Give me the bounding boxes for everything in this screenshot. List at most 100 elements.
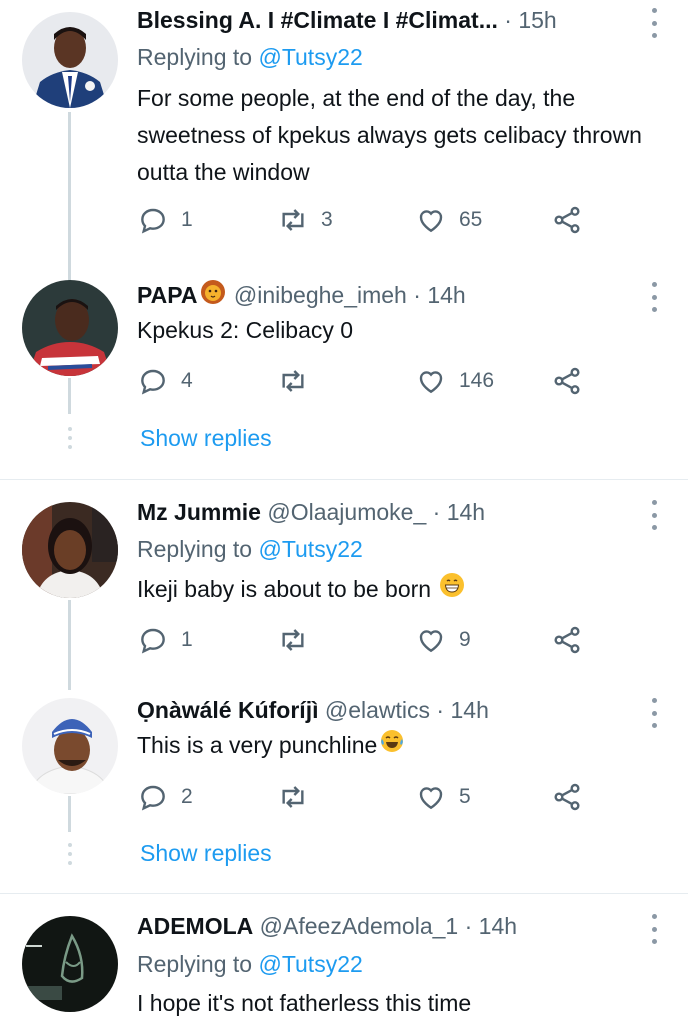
tweet-header: Blessing A. I #Climate I #Climat... · 15… bbox=[137, 3, 628, 37]
reply-count: 1 bbox=[181, 628, 193, 651]
more-icon[interactable] bbox=[650, 8, 658, 38]
like-icon bbox=[419, 630, 443, 653]
like-button[interactable]: 5 bbox=[415, 780, 471, 814]
reply-icon bbox=[141, 208, 165, 234]
separator-dot: · bbox=[413, 282, 421, 308]
timestamp[interactable]: 14h bbox=[427, 282, 465, 308]
like-button[interactable]: 146 bbox=[415, 364, 494, 398]
share-button[interactable] bbox=[551, 364, 595, 398]
reply-icon bbox=[141, 785, 165, 811]
separator-dot: · bbox=[432, 499, 441, 525]
display-name[interactable]: PAPA bbox=[137, 282, 198, 308]
replying-to: Replying to @Tutsy22 bbox=[137, 947, 363, 981]
reply-icon bbox=[141, 628, 165, 654]
separator-dot: · bbox=[436, 697, 445, 723]
more-icon[interactable] bbox=[650, 500, 658, 530]
more-icon[interactable] bbox=[650, 698, 658, 728]
reply-button[interactable]: 1 bbox=[137, 203, 193, 237]
like-count: 65 bbox=[459, 208, 483, 231]
tweet-actions: 2 5 bbox=[137, 780, 597, 814]
reply-button[interactable]: 1 bbox=[137, 623, 193, 657]
handle[interactable]: @elawtics bbox=[325, 697, 430, 723]
tweet-text: For some people, at the end of the day, … bbox=[137, 85, 642, 185]
mention-link[interactable]: @Tutsy22 bbox=[258, 951, 362, 977]
share-button[interactable] bbox=[551, 623, 595, 657]
avatar[interactable] bbox=[22, 280, 118, 376]
tweet-header: ADEMOLA @AfeezAdemola_1 · 14h bbox=[137, 909, 628, 943]
share-icon bbox=[554, 367, 580, 395]
share-icon bbox=[554, 626, 580, 654]
thread-dots bbox=[67, 427, 72, 449]
retweet-button[interactable]: 3 bbox=[277, 203, 333, 237]
timestamp[interactable]: 14h bbox=[447, 499, 485, 525]
like-button[interactable]: 9 bbox=[415, 623, 471, 657]
reply-count: 1 bbox=[181, 208, 193, 231]
timestamp[interactable]: 15h bbox=[518, 7, 556, 33]
timestamp[interactable]: 14h bbox=[479, 913, 517, 939]
reply-icon bbox=[141, 369, 165, 395]
display-name[interactable]: Mz Jummie bbox=[137, 499, 261, 525]
thread-line bbox=[68, 600, 71, 690]
tweet-text: I hope it's not fatherless this time bbox=[137, 990, 472, 1016]
like-count: 5 bbox=[459, 785, 471, 808]
thread-line bbox=[68, 796, 71, 832]
tweet-actions: 1 9 bbox=[137, 623, 597, 657]
tweet-actions: 1 3 65 bbox=[137, 203, 597, 237]
retweet-button[interactable] bbox=[277, 623, 321, 657]
tweet-text-body: Ikeji baby is about to be born bbox=[137, 576, 432, 602]
like-count: 9 bbox=[459, 628, 471, 651]
avatar[interactable] bbox=[22, 12, 118, 108]
tweet-header: Ọnàwálé Kúforíjì @elawtics · 14h bbox=[137, 693, 628, 727]
avatar[interactable] bbox=[22, 502, 118, 598]
tweet-text: Kpekus 2: Celibacy 0 bbox=[137, 317, 354, 343]
replying-to-label: Replying to bbox=[137, 536, 259, 562]
divider bbox=[0, 893, 688, 894]
handle[interactable]: @AfeezAdemola_1 bbox=[260, 913, 459, 939]
show-replies-link[interactable]: Show replies bbox=[140, 836, 272, 870]
retweet-button[interactable] bbox=[277, 780, 321, 814]
avatar[interactable] bbox=[22, 698, 118, 794]
retweet-icon bbox=[282, 629, 304, 651]
like-count: 146 bbox=[459, 369, 495, 392]
separator-dot: · bbox=[504, 7, 512, 33]
handle[interactable]: @inibeghe_imeh bbox=[234, 282, 407, 308]
retweet-icon bbox=[282, 209, 304, 231]
retweet-icon bbox=[282, 786, 304, 808]
replying-to: Replying to @Tutsy22 bbox=[137, 532, 363, 566]
replying-to-label: Replying to bbox=[137, 44, 259, 70]
retweet-icon bbox=[282, 370, 304, 392]
like-icon bbox=[419, 371, 443, 394]
replying-to: Replying to @Tutsy22 bbox=[137, 40, 363, 74]
display-name[interactable]: Ọnàwálé Kúforíjì bbox=[137, 697, 318, 723]
mention-link[interactable]: @Tutsy22 bbox=[258, 536, 362, 562]
tweet-text-body: This is a very punchline bbox=[137, 732, 378, 758]
display-name[interactable]: ADEMOLA bbox=[137, 913, 253, 939]
tweet-header: Mz Jummie @Olaajumoke_ · 14h bbox=[137, 495, 628, 529]
tweet-text: Ikeji baby is about to be born bbox=[137, 571, 667, 609]
timestamp[interactable]: 14h bbox=[450, 697, 488, 723]
avatar[interactable] bbox=[22, 916, 118, 1012]
like-button[interactable]: 65 bbox=[415, 203, 482, 237]
share-icon bbox=[554, 783, 580, 811]
grinning-emoji bbox=[439, 572, 465, 609]
reply-count: 2 bbox=[181, 785, 193, 808]
share-button[interactable] bbox=[551, 203, 595, 237]
tweet-text: This is a very punchline bbox=[137, 727, 667, 765]
show-replies-link[interactable]: Show replies bbox=[140, 421, 272, 455]
more-icon[interactable] bbox=[650, 914, 658, 944]
more-icon[interactable] bbox=[650, 282, 658, 312]
retweet-button[interactable] bbox=[277, 364, 321, 398]
reply-count: 4 bbox=[181, 369, 193, 392]
separator-dot: · bbox=[464, 913, 473, 939]
thread-line bbox=[68, 112, 71, 282]
share-button[interactable] bbox=[551, 780, 595, 814]
divider bbox=[0, 479, 688, 480]
lion-emoji bbox=[200, 279, 226, 312]
mention-link[interactable]: @Tutsy22 bbox=[258, 44, 362, 70]
reply-button[interactable]: 4 bbox=[137, 364, 193, 398]
reply-button[interactable]: 2 bbox=[137, 780, 193, 814]
display-name[interactable]: Blessing A. I #Climate I #Climat... bbox=[137, 7, 498, 33]
retweet-count: 3 bbox=[321, 208, 333, 231]
handle[interactable]: @Olaajumoke_ bbox=[267, 499, 426, 525]
thread-line bbox=[68, 378, 71, 414]
